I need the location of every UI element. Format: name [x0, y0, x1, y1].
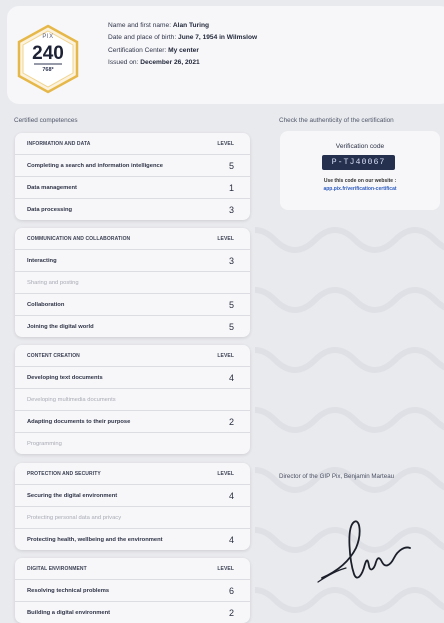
group-header: CONTENT CREATION LEVEL	[15, 345, 250, 367]
pix-max-score: 768*	[42, 67, 54, 73]
competence-group-protection: PROTECTION AND SECURITY LEVEL Securing th…	[15, 463, 250, 550]
competence-row: Protecting health, wellbeing and the env…	[27, 534, 234, 545]
verification-title: Verification code	[335, 143, 385, 150]
verification-card: Verification code P-TJ40067 Use this cod…	[280, 131, 440, 210]
identity-center-line: Certification Center: My center	[108, 46, 199, 54]
verification-code[interactable]: P-TJ40067	[322, 155, 395, 170]
competence-row: Adapting documents to their purpose 2	[15, 411, 250, 433]
competence-row-uncertified: Programming	[27, 440, 62, 447]
competence-group-digital-environment: DIGITAL ENVIRONMENT LEVEL Resolving techn…	[15, 558, 250, 623]
signature-image	[317, 520, 411, 583]
pix-score: 240	[32, 43, 64, 64]
authenticity-title: Check the authenticity of the certificat…	[279, 117, 394, 124]
identity-birth-line: Date and place of birth: June 7, 1954 in…	[108, 34, 258, 42]
verification-note: Use this code on our website :	[323, 178, 397, 184]
badge-brand: PIX	[42, 34, 54, 40]
group-header: PROTECTION AND SECURITY LEVEL	[15, 463, 250, 485]
competence-row-uncertified: Protecting personal data and privacy	[15, 507, 250, 529]
competence-row: Building a digital environment 2	[27, 607, 234, 618]
competence-row: Joining the digital world 5	[27, 321, 234, 332]
competence-row: Completing a search and information inte…	[15, 155, 250, 177]
competence-row: Data management 1	[15, 177, 250, 199]
competence-row-uncertified: Developing multimedia documents	[15, 389, 250, 411]
holder-identity: Name and first name: Alan Turing Date an…	[108, 20, 257, 69]
competence-row: Data processing 3	[27, 204, 234, 215]
competence-row: Interacting 3	[15, 250, 250, 272]
competence-row: Securing the digital environment 4	[15, 485, 250, 507]
competence-row: Collaboration 5	[15, 294, 250, 316]
identity-name-line: Name and first name: Alan Turing	[108, 22, 210, 29]
competence-row-uncertified: Sharing and posting	[15, 272, 250, 294]
verification-link[interactable]: app.pix.fr/verification-certificat	[280, 186, 440, 192]
pix-score-badge: PIX 240 768*	[16, 24, 80, 94]
competence-group-information: INFORMATION AND DATA LEVEL Completing a s…	[15, 133, 250, 220]
identity-issued-line: Issued on: December 26, 2021	[108, 58, 200, 66]
competences-title: Certified competences	[14, 117, 78, 124]
group-header: INFORMATION AND DATA LEVEL	[15, 133, 250, 155]
competence-group-content-creation: CONTENT CREATION LEVEL Developing text do…	[15, 345, 250, 454]
competence-group-communication: COMMUNICATION AND COLLABORATION LEVEL Int…	[15, 228, 250, 337]
competence-row: Resolving technical problems 6	[15, 580, 250, 602]
group-header: COMMUNICATION AND COLLABORATION LEVEL	[15, 228, 250, 250]
competence-row: Developing text documents 4	[15, 367, 250, 389]
director-caption: Director of the GIP Pix, Benjamin Martea…	[279, 473, 395, 480]
group-header: DIGITAL ENVIRONMENT LEVEL	[15, 558, 250, 580]
